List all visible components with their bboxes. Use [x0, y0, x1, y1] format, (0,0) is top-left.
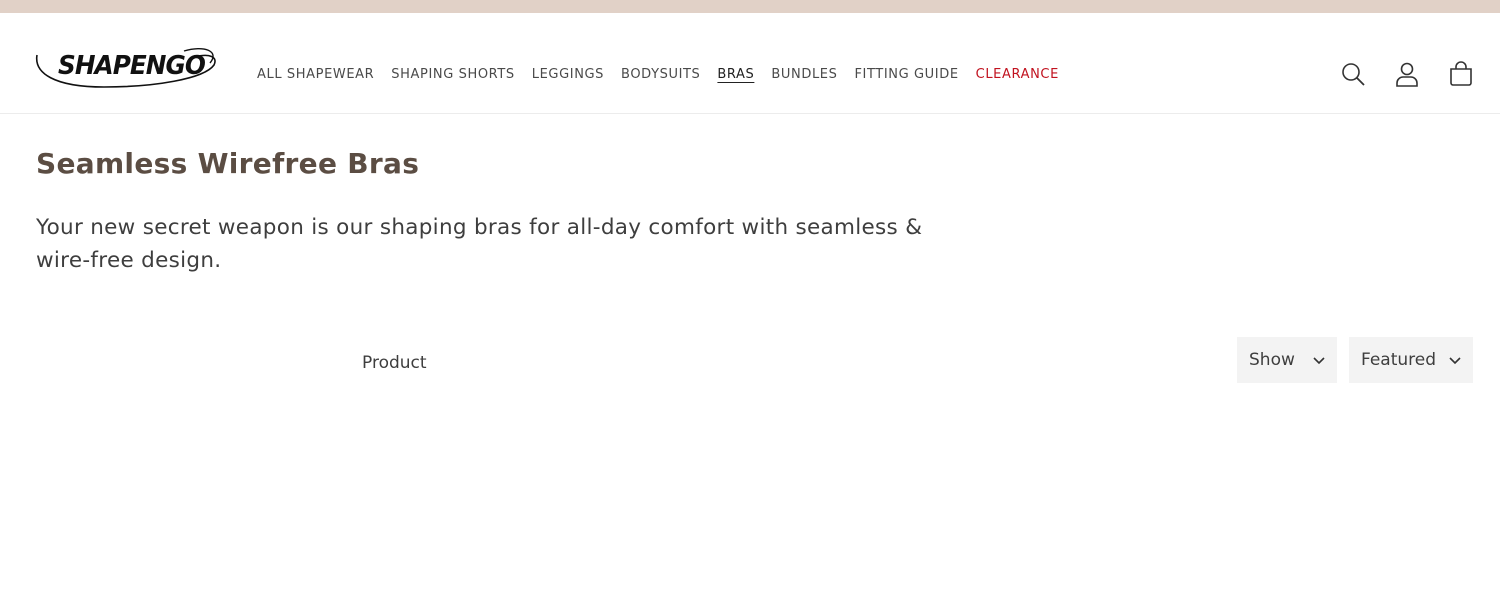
nav-item-fitting-guide[interactable]: FITTING GUIDE — [854, 67, 958, 82]
nav-item-all-shapewear[interactable]: ALL SHAPEWEAR — [257, 67, 374, 82]
account-icon[interactable] — [1394, 61, 1420, 87]
main-navigation: ALL SHAPEWEAR SHAPING SHORTS LEGGINGS BO… — [257, 67, 1076, 82]
logo-text: SHAPENGO — [58, 51, 206, 81]
search-icon[interactable] — [1340, 61, 1366, 87]
nav-item-bras[interactable]: BRAS — [717, 67, 754, 82]
page-title: Seamless Wirefree Bras — [36, 147, 420, 180]
chevron-down-icon — [1313, 350, 1325, 370]
site-header: SHAPENGO ALL SHAPEWEAR SHAPING SHORTS LE… — [0, 13, 1500, 114]
nav-item-clearance[interactable]: CLEARANCE — [976, 67, 1059, 82]
collection-main: Seamless Wirefree Bras Your new secret w… — [0, 147, 1500, 397]
nav-item-leggings[interactable]: LEGGINGS — [532, 67, 604, 82]
sort-select-label: Featured — [1361, 350, 1437, 370]
show-select[interactable]: Show — [1237, 337, 1337, 383]
nav-item-bundles[interactable]: BUNDLES — [771, 67, 837, 82]
brand-logo[interactable]: SHAPENGO — [34, 43, 218, 93]
product-label: Product — [362, 353, 427, 373]
header-actions — [1340, 61, 1474, 87]
announcement-bar — [0, 0, 1500, 13]
nav-item-shaping-shorts[interactable]: SHAPING SHORTS — [391, 67, 514, 82]
nav-item-bodysuits[interactable]: BODYSUITS — [621, 67, 700, 82]
show-select-label: Show — [1249, 350, 1295, 370]
sort-select[interactable]: Featured — [1349, 337, 1473, 383]
chevron-down-icon — [1449, 350, 1461, 370]
cart-icon[interactable] — [1448, 61, 1474, 87]
collection-description: Your new secret weapon is our shaping br… — [36, 215, 923, 273]
collection-toolbar: Product Show Featured — [36, 337, 1473, 397]
